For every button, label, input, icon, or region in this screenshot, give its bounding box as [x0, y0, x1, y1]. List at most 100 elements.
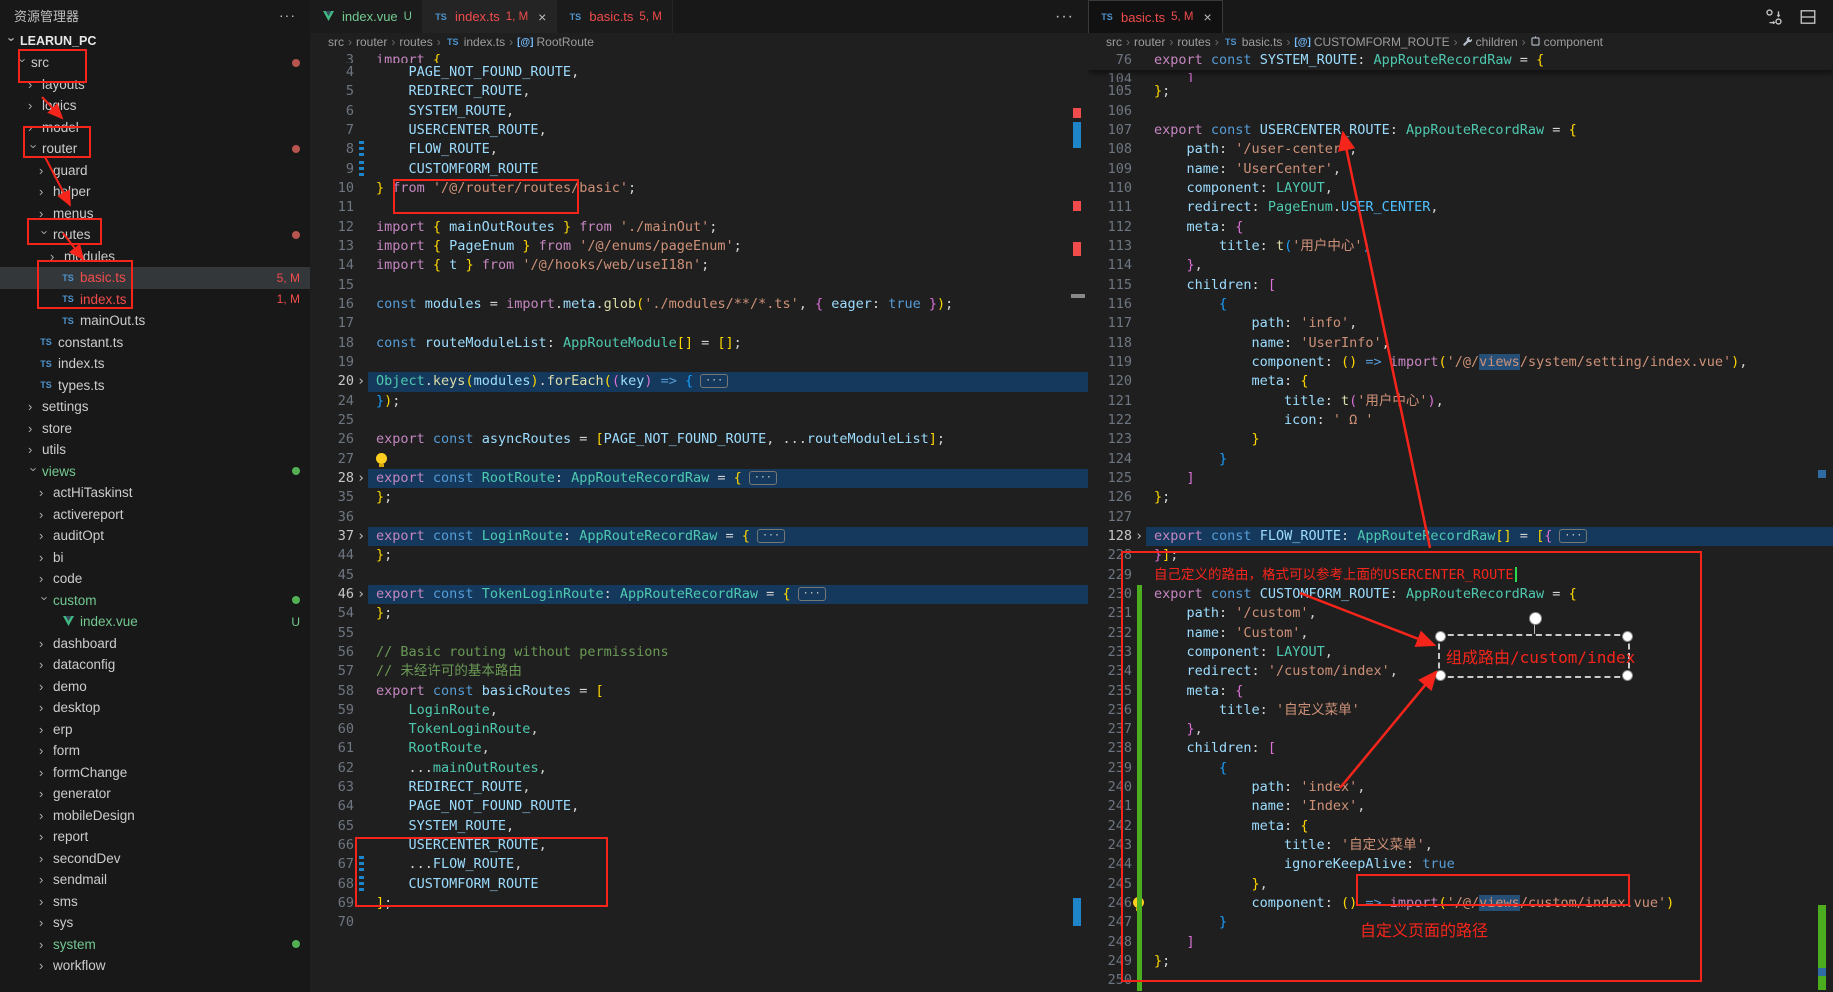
overview-ruler-right[interactable] [1815, 33, 1833, 992]
code-line-119[interactable]: 119 component: () => import('/@/views/sy… [1088, 353, 1833, 372]
folded-region-badge[interactable]: ··· [757, 529, 785, 543]
tree-item-desktop[interactable]: ›desktop [0, 697, 310, 719]
tree-item-erp[interactable]: ›erp [0, 719, 310, 741]
tree-item-form[interactable]: ›form [0, 740, 310, 762]
breadcrumb-item-src[interactable]: src [1106, 35, 1122, 49]
code-line-104[interactable]: 104 ] [1088, 70, 1833, 82]
code-line-125[interactable]: 125 ] [1088, 469, 1833, 488]
split-editor-icon[interactable] [1799, 7, 1817, 27]
tree-item-src[interactable]: ›src [0, 52, 310, 74]
tree-item-report[interactable]: ›report [0, 826, 310, 848]
code-line-115[interactable]: 115 children: [ [1088, 276, 1833, 295]
tree-item-secondDev[interactable]: ›secondDev [0, 848, 310, 870]
code-line-4[interactable]: 4 PAGE_NOT_FOUND_ROUTE, [310, 63, 1088, 82]
code-line-246[interactable]: 246 component: () => import('/@/views/cu… [1088, 894, 1833, 913]
code-line-5[interactable]: 5 REDIRECT_ROUTE, [310, 82, 1088, 101]
tree-item-model[interactable]: ›model [0, 117, 310, 139]
tree-item-modules[interactable]: ›modules [0, 246, 310, 268]
breadcrumb-item-index.ts[interactable]: TSindex.ts [445, 35, 505, 49]
folded-region-badge[interactable]: ··· [749, 471, 777, 485]
overview-ruler-left[interactable] [1070, 33, 1088, 992]
tree-item-sendmail[interactable]: ›sendmail [0, 869, 310, 891]
tab-index.ts[interactable]: TSindex.ts1, M× [423, 0, 557, 33]
code-line-7[interactable]: 7 USERCENTER_ROUTE, [310, 121, 1088, 140]
code-line-56[interactable]: 56// Basic routing without permissions [310, 643, 1088, 662]
tab-index.vue[interactable]: index.vueU [310, 0, 423, 33]
code-line-228[interactable]: 228}]; [1088, 546, 1833, 565]
code-line-6[interactable]: 6 SYSTEM_ROUTE, [310, 102, 1088, 121]
code-line-232[interactable]: 232 name: 'Custom', [1088, 624, 1833, 643]
close-icon[interactable]: × [538, 9, 546, 25]
code-line-105[interactable]: 105}; [1088, 82, 1833, 101]
lightbulb-icon[interactable] [1133, 897, 1144, 908]
code-line-18[interactable]: 18const routeModuleList: AppRouteModule[… [310, 334, 1088, 353]
tree-item-actHiTaskinst[interactable]: ›actHiTaskinst [0, 482, 310, 504]
code-line-248[interactable]: 248 ] [1088, 933, 1833, 952]
code-line-117[interactable]: 117 path: 'info', [1088, 314, 1833, 333]
code-line-26[interactable]: 26export const asyncRoutes = [PAGE_NOT_F… [310, 430, 1088, 449]
code-line-27[interactable]: 27 [310, 450, 1088, 469]
code-line-116[interactable]: 116 { [1088, 295, 1833, 314]
editor-swap-icon[interactable] [1765, 7, 1783, 27]
tree-item-sms[interactable]: ›sms [0, 891, 310, 913]
code-line-110[interactable]: 110 component: LAYOUT, [1088, 179, 1833, 198]
workspace-root[interactable]: › LEARUN_PC [0, 30, 310, 52]
code-editor-right[interactable]: 76export const SYSTEM_ROUTE: AppRouteRec… [1088, 51, 1833, 992]
code-line-234[interactable]: 234 redirect: '/custom/index', [1088, 662, 1833, 681]
tree-item-bi[interactable]: ›bi [0, 547, 310, 569]
tab-basic.ts[interactable]: TSbasic.ts5, M× [1088, 0, 1223, 33]
code-line-13[interactable]: 13import { PageEnum } from '/@/enums/pag… [310, 237, 1088, 256]
tree-item-logics[interactable]: ›logics [0, 95, 310, 117]
code-line-9[interactable]: 9 CUSTOMFORM_ROUTE [310, 160, 1088, 179]
folded-region-badge[interactable]: ··· [1559, 529, 1587, 543]
tree-item-custom[interactable]: ›custom [0, 590, 310, 612]
code-line-127[interactable]: 127 [1088, 508, 1833, 527]
code-line-44[interactable]: 44}; [310, 546, 1088, 565]
code-line-111[interactable]: 111 redirect: PageEnum.USER_CENTER, [1088, 198, 1833, 217]
explorer-more-icon[interactable]: ··· [279, 7, 296, 23]
code-line-46[interactable]: 46›export const TokenLoginRoute: AppRout… [310, 585, 1088, 604]
code-line-19[interactable]: 19 [310, 353, 1088, 372]
tree-item-mobileDesign[interactable]: ›mobileDesign [0, 805, 310, 827]
code-line-76[interactable]: 76export const SYSTEM_ROUTE: AppRouteRec… [1088, 51, 1833, 70]
code-line-236[interactable]: 236 title: '自定义菜单' [1088, 701, 1833, 720]
code-line-249[interactable]: 249}; [1088, 952, 1833, 971]
code-line-58[interactable]: 58export const basicRoutes = [ [310, 682, 1088, 701]
code-line-70[interactable]: 70 [310, 913, 1088, 932]
code-line-230[interactable]: 230export const CUSTOMFORM_ROUTE: AppRou… [1088, 585, 1833, 604]
code-line-60[interactable]: 60 TokenLoginRoute, [310, 720, 1088, 739]
code-line-61[interactable]: 61 RootRoute, [310, 739, 1088, 758]
code-line-64[interactable]: 64 PAGE_NOT_FOUND_ROUTE, [310, 797, 1088, 816]
code-line-66[interactable]: 66 USERCENTER_ROUTE, [310, 836, 1088, 855]
tree-item-router[interactable]: ›router [0, 138, 310, 160]
code-line-25[interactable]: 25 [310, 411, 1088, 430]
code-line-231[interactable]: 231 path: '/custom', [1088, 604, 1833, 623]
code-line-36[interactable]: 36 [310, 508, 1088, 527]
tree-item-utils[interactable]: ›utils [0, 439, 310, 461]
tree-item-helper[interactable]: ›helper [0, 181, 310, 203]
code-line-112[interactable]: 112 meta: { [1088, 218, 1833, 237]
code-line-15[interactable]: 15 [310, 276, 1088, 295]
code-line-114[interactable]: 114 }, [1088, 256, 1833, 275]
tree-item-code[interactable]: ›code [0, 568, 310, 590]
code-line-17[interactable]: 17 [310, 314, 1088, 333]
code-line-16[interactable]: 16const modules = import.meta.glob('./mo… [310, 295, 1088, 314]
code-line-245[interactable]: 245 }, [1088, 875, 1833, 894]
tree-item-auditOpt[interactable]: ›auditOpt [0, 525, 310, 547]
code-line-12[interactable]: 12import { mainOutRoutes } from './mainO… [310, 218, 1088, 237]
code-line-69[interactable]: 69]; [310, 894, 1088, 913]
fold-chevron-icon[interactable]: › [357, 585, 365, 604]
code-line-11[interactable]: 11 [310, 198, 1088, 217]
fold-chevron-icon[interactable]: › [357, 469, 365, 488]
breadcrumb-item-children[interactable]: children [1462, 35, 1518, 49]
folded-region-badge[interactable]: ··· [700, 374, 728, 388]
code-line-126[interactable]: 126}; [1088, 488, 1833, 507]
fold-chevron-icon[interactable]: › [1135, 527, 1143, 546]
code-line-120[interactable]: 120 meta: { [1088, 372, 1833, 391]
tree-item-formChange[interactable]: ›formChange [0, 762, 310, 784]
code-line-118[interactable]: 118 name: 'UserInfo', [1088, 334, 1833, 353]
code-line-8[interactable]: 8 FLOW_ROUTE, [310, 140, 1088, 159]
tree-item-mainOut.ts[interactable]: TSmainOut.ts [0, 310, 310, 332]
code-line-62[interactable]: 62 ...mainOutRoutes, [310, 759, 1088, 778]
code-line-68[interactable]: 68 CUSTOMFORM_ROUTE [310, 875, 1088, 894]
